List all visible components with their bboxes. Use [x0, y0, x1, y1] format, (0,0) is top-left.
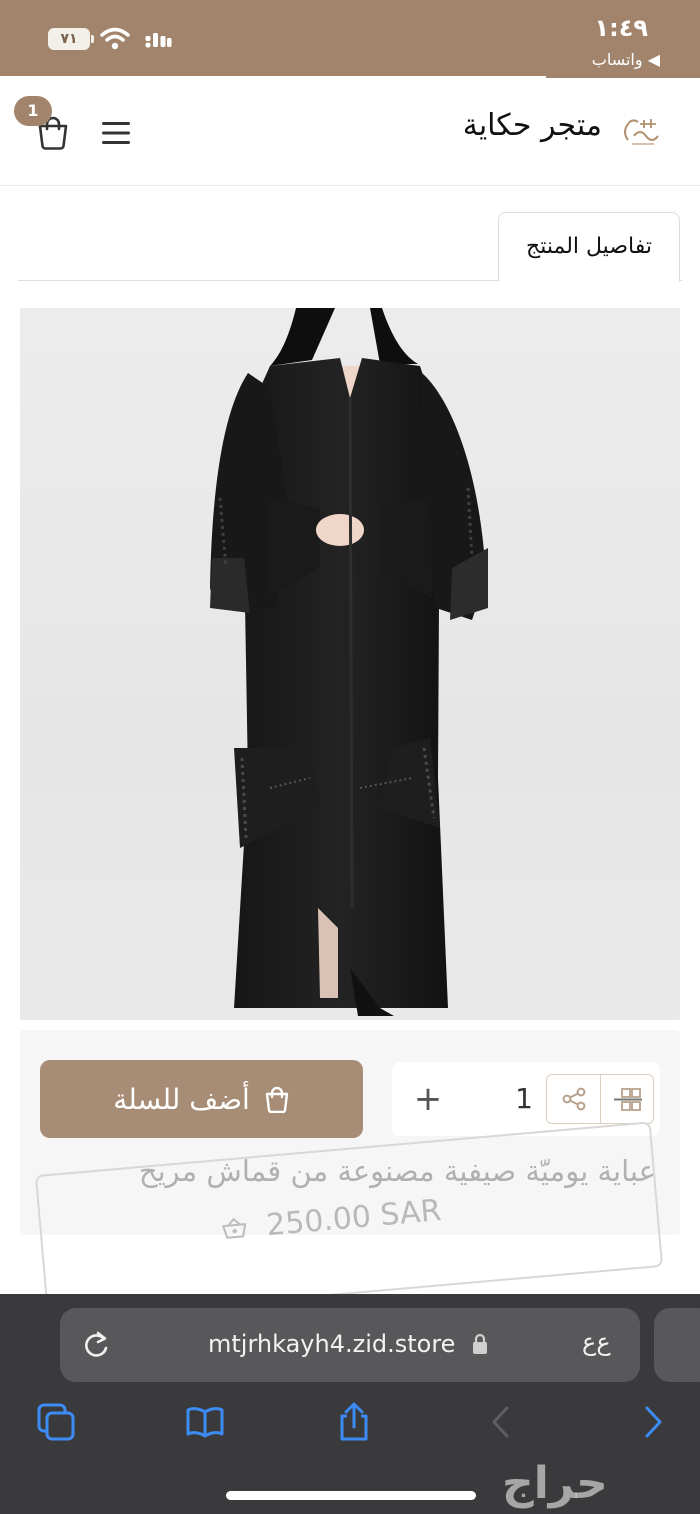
cellular-signal-icon	[145, 33, 172, 48]
share-icon	[562, 1087, 586, 1111]
tab-product-details[interactable]: تفاصيل المنتج	[498, 212, 680, 282]
battery-icon: ٧١	[48, 28, 94, 50]
product-actions	[546, 1074, 654, 1124]
haraj-watermark: حراج	[502, 1458, 608, 1509]
reload-icon[interactable]	[82, 1330, 110, 1360]
back-icon[interactable]	[482, 1402, 522, 1442]
add-to-cart-label: أضف للسلة	[113, 1082, 250, 1116]
cart-count-badge: 1	[14, 96, 52, 126]
product-title: عباية يوميّة صيفية مصنوعة من قماش مريح	[138, 1154, 656, 1188]
bag-icon	[265, 1086, 288, 1113]
bookmarks-icon[interactable]	[185, 1402, 225, 1442]
lock-icon	[473, 1333, 487, 1354]
status-bar: ١:٤٩ ◀ واتساب ٧١	[0, 0, 700, 78]
share-button[interactable]	[547, 1075, 601, 1123]
address-bar[interactable]: mtjrhkayh4.zid.store ﻉﻉ	[60, 1308, 640, 1382]
store-header: متجر حكاية 1	[0, 80, 700, 186]
basket-icon	[222, 1217, 247, 1239]
add-to-cart-button[interactable]: أضف للسلة	[40, 1060, 363, 1138]
next-tab-preview[interactable]	[654, 1308, 700, 1382]
text-size-button[interactable]: ﻉﻉ	[582, 1328, 611, 1356]
tabs-icon[interactable]	[36, 1402, 76, 1442]
hamburger-menu-icon[interactable]	[100, 120, 132, 146]
share-sheet-icon[interactable]	[334, 1402, 374, 1442]
home-indicator	[226, 1491, 476, 1500]
forward-icon[interactable]	[632, 1402, 672, 1442]
wifi-icon	[100, 27, 130, 50]
quantity-increment-button[interactable]: +	[406, 1074, 450, 1124]
abaya-illustration	[210, 308, 488, 1016]
back-to-app-link[interactable]: ◀ واتساب	[592, 50, 660, 69]
compare-icon[interactable]	[613, 1087, 643, 1113]
url-text: mtjrhkayh4.zid.store	[208, 1330, 456, 1358]
store-name[interactable]: متجر حكاية	[463, 108, 602, 143]
product-image[interactable]	[20, 308, 680, 1020]
quantity-value[interactable]: 1	[502, 1074, 546, 1124]
status-time: ١:٤٩	[594, 14, 648, 42]
product-tabs: تفاصيل المنتج	[18, 212, 682, 282]
store-logo[interactable]	[618, 110, 664, 150]
